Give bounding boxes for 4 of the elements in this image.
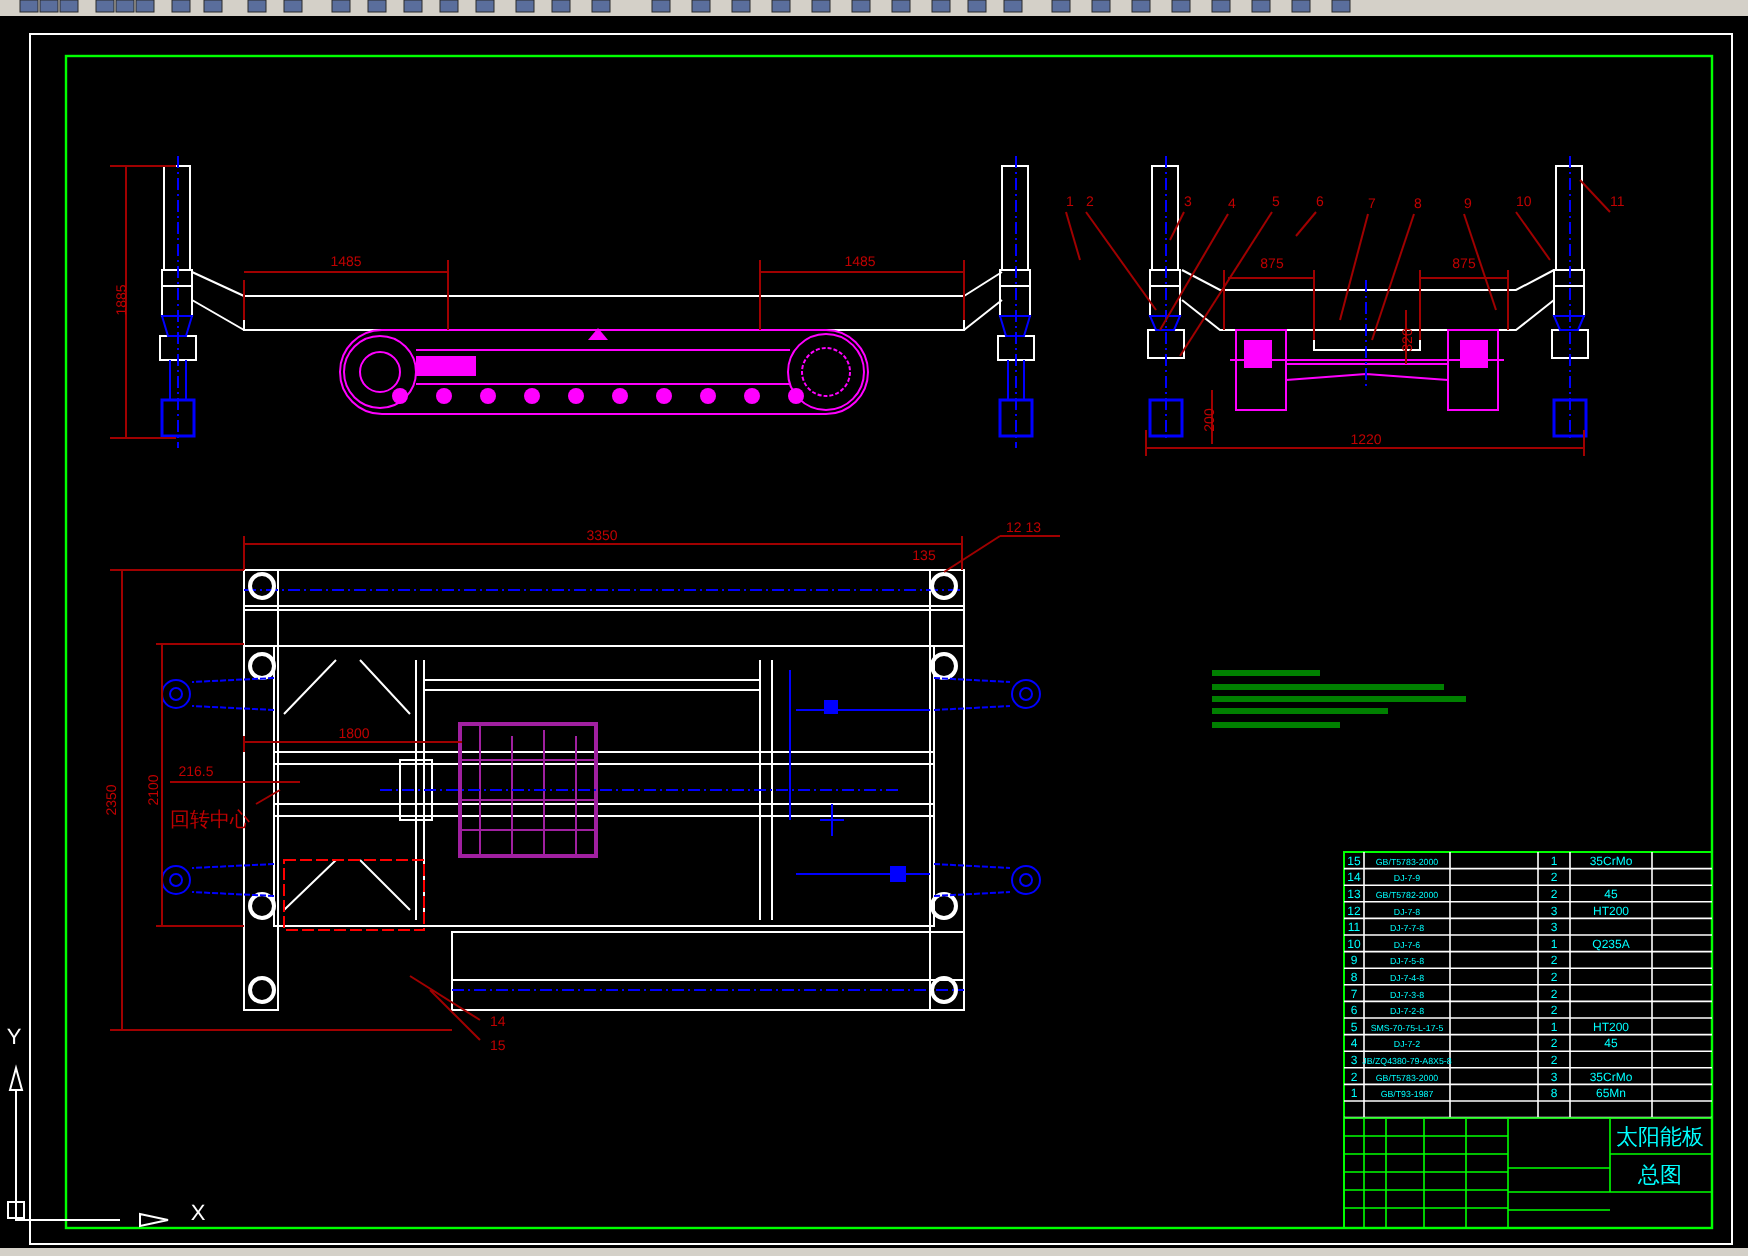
drawing-title: 太阳能板 <box>1616 1126 1704 1150</box>
drawing-name: 总图 <box>1638 1164 1682 1188</box>
axis-label: Y <box>6 1026 22 1050</box>
axis-label: X <box>190 1202 206 1226</box>
